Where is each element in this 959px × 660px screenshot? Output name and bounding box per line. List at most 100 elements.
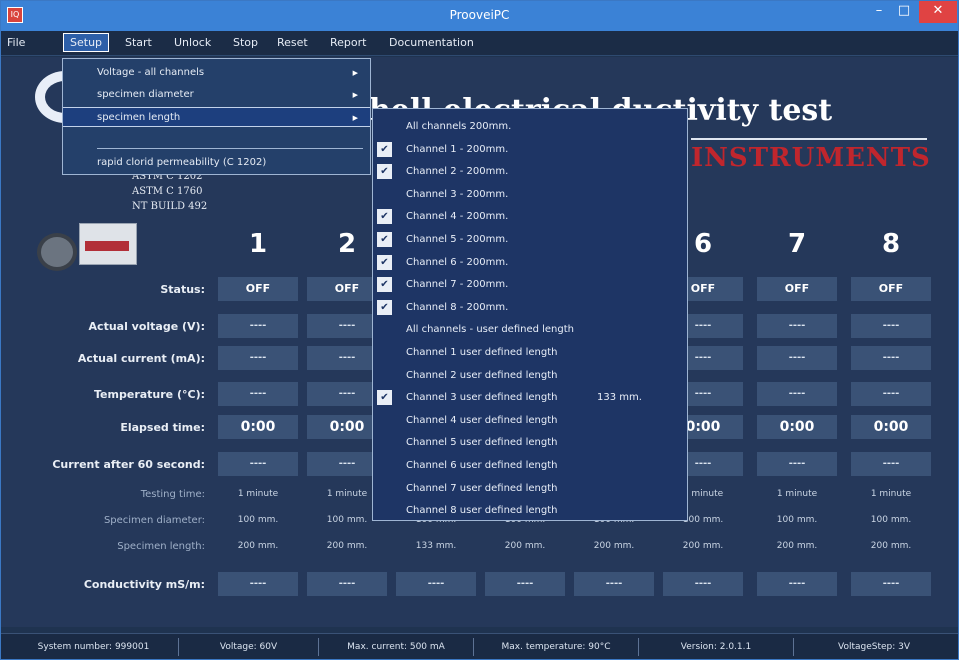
conductivity-value: ---- [307, 572, 387, 596]
setup-menu: Voltage - all channels ▶ specimen diamete… [62, 58, 371, 175]
status-max-current: Max. current: 500 mA [319, 638, 474, 656]
length-value: 133 mm. [415, 541, 457, 551]
submenu-item-label: All channels - user defined length [406, 324, 575, 336]
submenu-item[interactable]: ✔ Channel 7 - 200mm. [373, 273, 687, 296]
submenu-item[interactable]: Channel 5 user defined length [373, 431, 687, 454]
diameter-value: 100 mm. [870, 515, 912, 525]
voltage-value: ---- [218, 314, 298, 338]
submenu-item[interactable]: Channel 4 user defined length [373, 409, 687, 432]
elapsed-value: 0:00 [218, 415, 298, 439]
setup-menu-diameter[interactable]: specimen diameter ▶ [63, 85, 370, 105]
submenu-item[interactable]: ✔ Channel 4 - 200mm. [373, 205, 687, 228]
submenu-item-label: Channel 6 user defined length [406, 460, 558, 471]
submenu-item[interactable]: All channels - user defined length [373, 318, 687, 341]
window-title: ProoveiPC [449, 8, 510, 22]
elapsed-value: 0:00 [757, 415, 837, 439]
conductivity-value: ---- [663, 572, 743, 596]
check-icon: ✔ [377, 299, 392, 315]
length-value: 200 mm. [237, 541, 279, 551]
conductivity-value: ---- [757, 572, 837, 596]
channel-number: 1 [248, 229, 268, 259]
submenu-item[interactable]: Channel 3 - 200mm. [373, 183, 687, 206]
status-voltage: Voltage: 60V [179, 638, 319, 656]
submenu-item[interactable]: Channel 1 user defined length [373, 341, 687, 364]
current60-value: ---- [757, 452, 837, 476]
row-label-elapsed: Elapsed time: [120, 421, 205, 434]
row-label-diameter: Specimen diameter: [103, 515, 205, 526]
length-value: 200 mm. [326, 541, 368, 551]
submenu-item[interactable]: Channel 2 user defined length [373, 364, 687, 387]
submenu-item-label: Channel 6 - 200mm. [406, 256, 509, 268]
device-wheel [37, 233, 77, 271]
conductivity-value: ---- [218, 572, 298, 596]
menu-unlock[interactable]: Unlock [174, 36, 211, 49]
status-system-number: System number: 999001 [9, 638, 179, 656]
maximize-button[interactable]: □ [894, 1, 914, 23]
submenu-item[interactable]: ✔ Channel 5 - 200mm. [373, 228, 687, 251]
setup-menu-length[interactable]: specimen length ▶ [63, 107, 370, 127]
app-window: IQ ProoveiPC – □ ✕ File Setup Start Unlo… [0, 0, 959, 660]
submenu-item[interactable]: ✔ Channel 1 - 200mm. [373, 138, 687, 161]
row-label-status: Status: [160, 283, 205, 296]
menu-setup[interactable]: Setup [63, 33, 110, 52]
submenu-item[interactable]: Channel 7 user defined length [373, 477, 687, 500]
submenu-item[interactable]: ✔ Channel 8 - 200mm. [373, 296, 687, 319]
voltage-value: ---- [757, 314, 837, 338]
menu-report[interactable]: Report [330, 36, 366, 49]
menu-file[interactable]: File [7, 36, 25, 49]
setup-menu-voltage[interactable]: Voltage - all channels ▶ [63, 63, 370, 83]
testing_time-value: 1 minute [776, 489, 818, 499]
submenu-item-label: Channel 8 - 200mm. [406, 301, 509, 313]
conductivity-value: ---- [574, 572, 654, 596]
current-value: ---- [218, 346, 298, 370]
length-value: 200 mm. [682, 541, 724, 551]
row-label-testing_time: Testing time: [140, 489, 205, 500]
channel-number: 7 [787, 229, 807, 259]
title-bar[interactable]: IQ ProoveiPC – □ ✕ [1, 1, 958, 31]
check-icon: ✔ [377, 277, 392, 293]
row-label-temperature: Temperature (°C): [94, 388, 205, 401]
close-button[interactable]: ✕ [919, 1, 957, 23]
menu-reset[interactable]: Reset [277, 36, 308, 49]
testing_time-value: 1 minute [870, 489, 912, 499]
submenu-item-label: Channel 2 - 200mm. [406, 166, 509, 178]
submenu-item-label: Channel 8 user defined length [406, 505, 558, 517]
check-icon: ✔ [377, 209, 392, 225]
submenu-arrow-icon: ▶ [352, 69, 358, 77]
minimize-button[interactable]: – [869, 1, 889, 23]
diameter-value: 100 mm. [237, 515, 279, 525]
temperature-value: ---- [757, 382, 837, 406]
submenu-item-label: Channel 7 user defined length [406, 482, 558, 494]
status-bar: System number: 999001 Voltage: 60V Max. … [1, 633, 958, 659]
device-image [31, 219, 137, 281]
submenu-item-label: Channel 5 - 200mm. [406, 234, 509, 245]
check-icon: ✔ [377, 232, 392, 247]
standard-label: ASTM C 1760 [132, 186, 203, 197]
row-label-length: Specimen length: [117, 541, 205, 552]
status-value: OFF [851, 277, 931, 301]
device-display [85, 241, 129, 251]
submenu-item-label: Channel 3 - 200mm. [406, 188, 509, 200]
row-label-conductivity: Conductivity mS/m: [83, 578, 205, 591]
menu-stop[interactable]: Stop [233, 36, 258, 49]
menu-documentation[interactable]: Documentation [389, 36, 474, 49]
submenu-item[interactable]: Channel 8 user defined length [373, 499, 687, 522]
submenu-item[interactable]: All channels 200mm. [373, 115, 687, 138]
length-value: 200 mm. [593, 541, 635, 551]
length-value: 200 mm. [504, 541, 546, 551]
submenu-item[interactable]: ✔ Channel 2 - 200mm. [373, 160, 687, 183]
status-max-temperature: Max. temperature: 90°C [474, 638, 639, 656]
testing_time-value: 1 minute [237, 489, 279, 499]
row-label-current60: Current after 60 second: [52, 458, 205, 471]
setup-menu-rcp[interactable]: rapid clorid permeability (C 1202) [63, 153, 370, 173]
submenu-item[interactable]: Channel 6 user defined length [373, 454, 687, 477]
menu-start[interactable]: Start [125, 36, 152, 49]
standard-label: NT BUILD 492 [132, 201, 208, 212]
diameter-value: 100 mm. [776, 515, 818, 525]
submenu-item[interactable]: ✔ Channel 3 user defined length 133 mm. [373, 386, 687, 409]
submenu-item[interactable]: ✔ Channel 6 - 200mm. [373, 251, 687, 274]
temperature-value: ---- [851, 382, 931, 406]
current-value: ---- [757, 346, 837, 370]
current-value: ---- [851, 346, 931, 370]
submenu-item-label: Channel 4 user defined length [406, 414, 558, 426]
